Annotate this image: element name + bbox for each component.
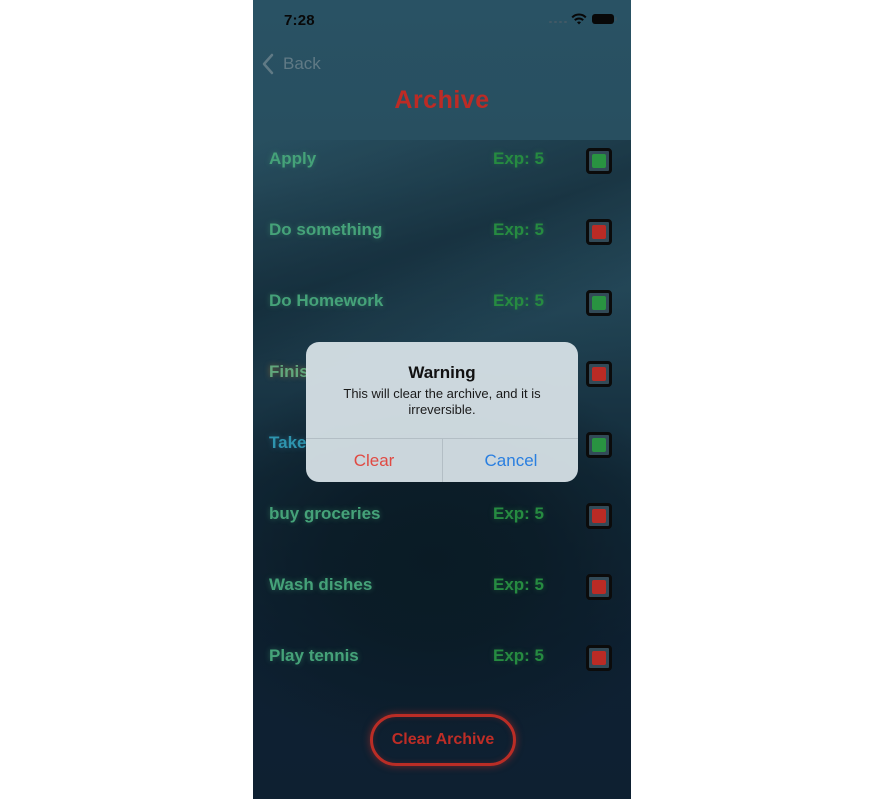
alert-cancel-button[interactable]: Cancel	[443, 439, 578, 482]
warning-alert: Warning This will clear the archive, and…	[306, 342, 578, 482]
alert-message: This will clear the archive, and it is i…	[343, 386, 541, 417]
alert-title: Warning	[408, 363, 476, 382]
alert-clear-button[interactable]: Clear	[306, 439, 442, 482]
